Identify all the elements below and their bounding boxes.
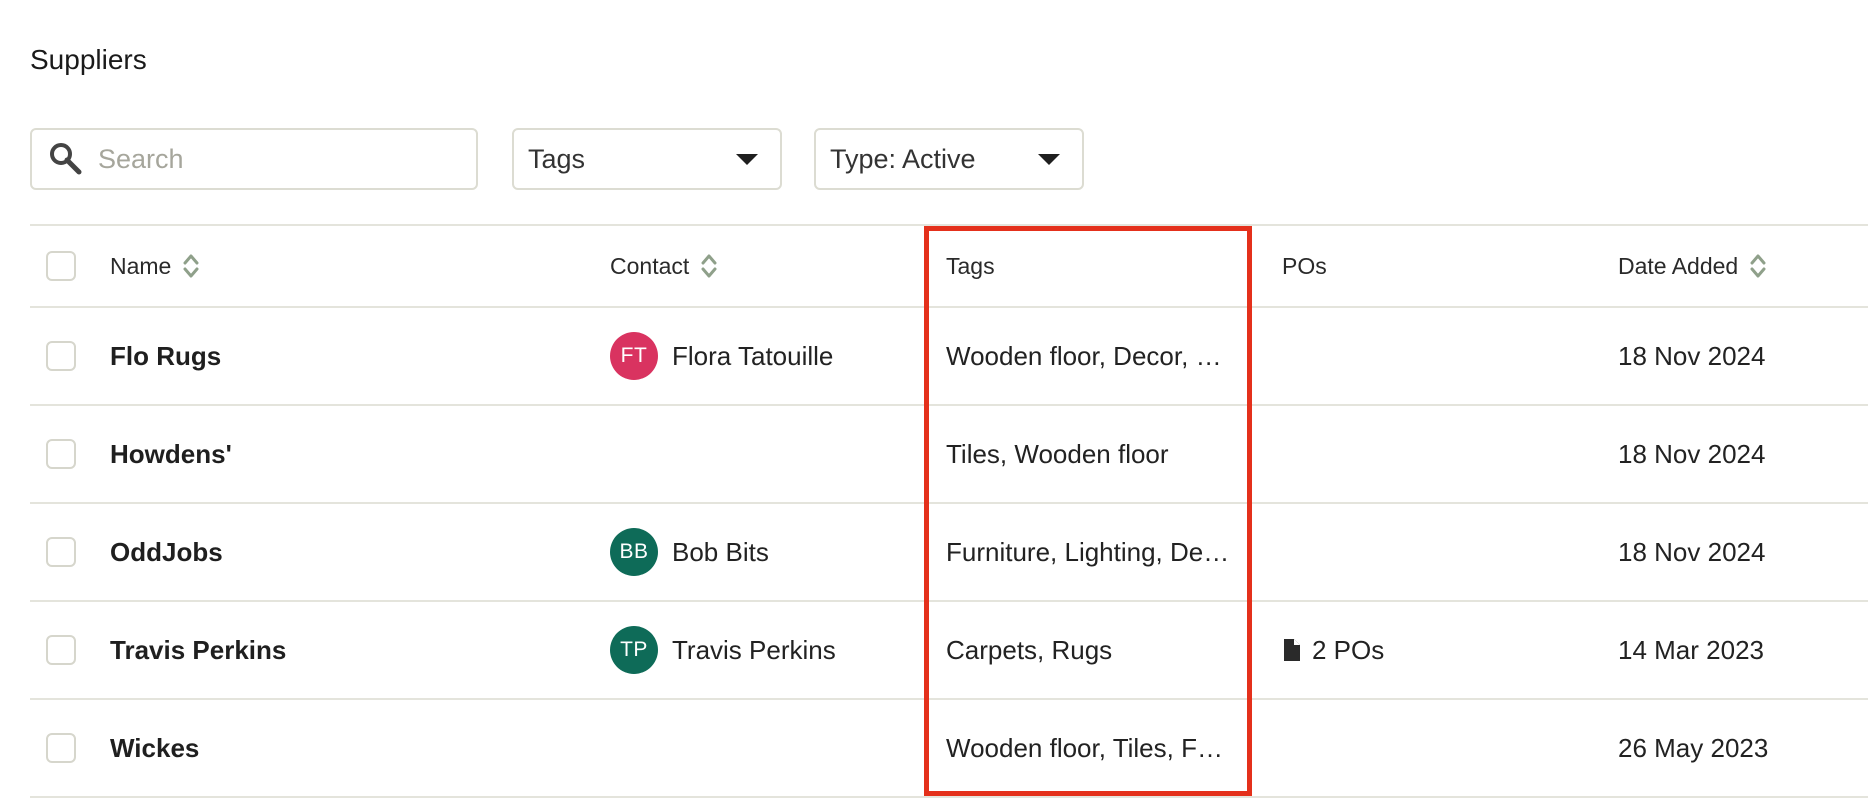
row-checkbox[interactable] [46,439,76,469]
table-row[interactable]: Wickes Wooden floor, Tiles, Furniture 26… [30,700,1868,798]
avatar: FT [610,332,658,380]
tags-value: Furniture, Lighting, Decor [946,536,1236,567]
type-filter-dropdown[interactable]: Type: Active [814,128,1084,190]
search-input[interactable] [96,142,460,176]
table-row[interactable]: Howdens' Tiles, Wooden floor 18 Nov 2024 [30,406,1868,504]
sort-icon[interactable] [1750,252,1766,280]
caret-down-icon [1038,153,1060,165]
sort-icon[interactable] [701,252,717,280]
table-row[interactable]: Flo Rugs FT Flora Tatouille Wooden floor… [30,308,1868,406]
contact-name: Bob Bits [672,536,769,567]
pos-count: 2 POs [1312,634,1385,665]
contact-cell: TP Travis Perkins [610,602,836,698]
page-title: Suppliers [30,44,147,75]
contact-name: Flora Tatouille [672,340,834,371]
tags-value: Carpets, Rugs [946,634,1113,665]
supplier-name[interactable]: OddJobs [110,537,223,568]
date-added: 26 May 2023 [1618,732,1769,763]
supplier-name[interactable]: Flo Rugs [110,341,221,372]
date-added: 14 Mar 2023 [1618,634,1764,665]
avatar: BB [610,528,658,576]
document-icon [1282,638,1302,662]
tags-filter-dropdown[interactable]: Tags [512,128,782,190]
tags-value: Wooden floor, Decor, Rugs [946,340,1236,371]
caret-down-icon [736,153,758,165]
column-header-tags: Tags [946,252,995,279]
date-added: 18 Nov 2024 [1618,438,1766,469]
date-added: 18 Nov 2024 [1618,536,1766,567]
table-row[interactable]: Travis Perkins TP Travis Perkins Carpets… [30,602,1868,700]
contact-cell: BB Bob Bits [610,504,769,600]
column-header-date-added[interactable]: Date Added [1618,226,1766,306]
sort-icon[interactable] [183,252,199,280]
avatar: TP [610,626,658,674]
supplier-name[interactable]: Wickes [110,733,199,764]
row-checkbox[interactable] [46,537,76,567]
suppliers-table: Name Contact Tags POs Date Added Flo Rug… [30,224,1868,798]
type-filter-label: Type: Active [830,143,976,174]
search-icon [46,139,86,179]
select-all-checkbox[interactable] [46,251,76,281]
column-header-name[interactable]: Name [110,226,199,306]
column-header-contact[interactable]: Contact [610,226,717,306]
search-box[interactable] [30,128,478,190]
supplier-name[interactable]: Howdens' [110,439,232,470]
supplier-name[interactable]: Travis Perkins [110,635,286,666]
date-added: 18 Nov 2024 [1618,340,1766,371]
tags-filter-label: Tags [528,143,586,174]
contact-cell: FT Flora Tatouille [610,308,833,404]
contact-name: Travis Perkins [672,634,836,665]
table-header-row: Name Contact Tags POs Date Added [30,226,1868,308]
table-row[interactable]: OddJobs BB Bob Bits Furniture, Lighting,… [30,504,1868,602]
tags-value: Wooden floor, Tiles, Furniture [946,732,1236,763]
pos-link[interactable]: 2 POs [1282,635,1384,666]
row-checkbox[interactable] [46,341,76,371]
column-header-pos: POs [1282,252,1327,279]
row-checkbox[interactable] [46,635,76,665]
tags-value: Tiles, Wooden floor [946,438,1169,469]
row-checkbox[interactable] [46,733,76,763]
